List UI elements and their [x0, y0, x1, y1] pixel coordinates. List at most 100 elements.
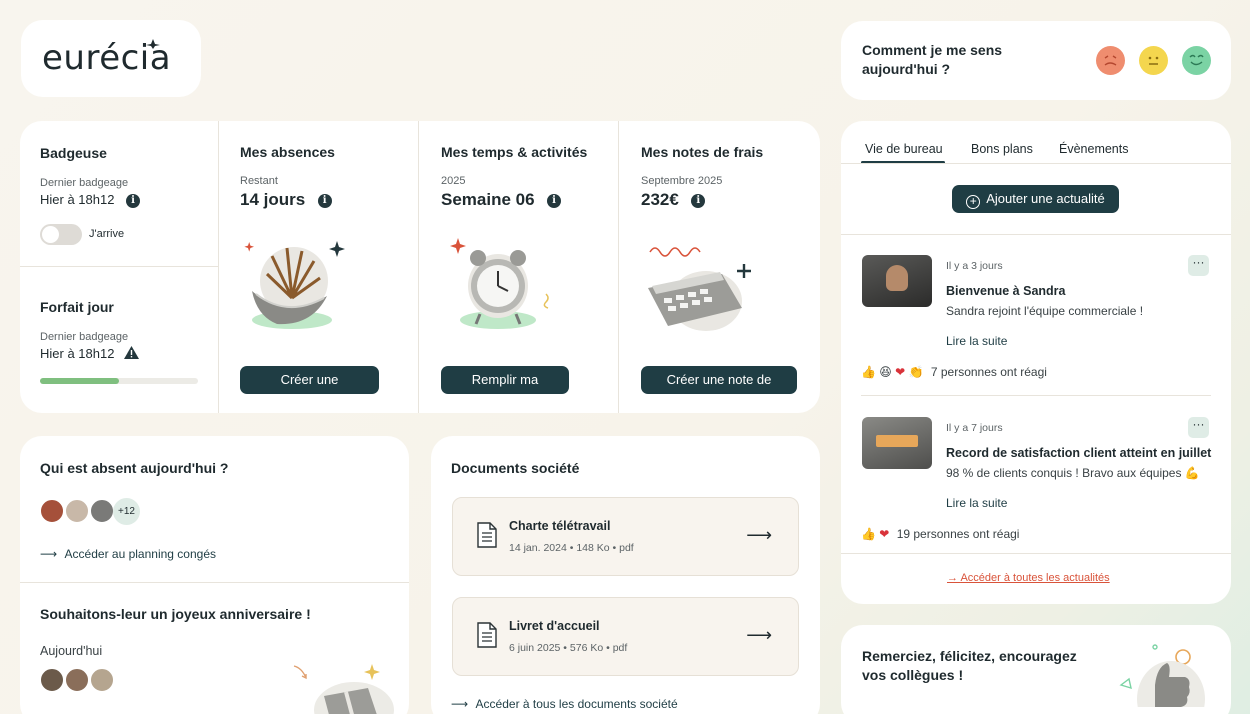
thumbs-up-icon: 👍: [861, 527, 876, 541]
neutral-face-icon[interactable]: [1139, 46, 1168, 75]
forfait-progress-fill: [40, 378, 119, 384]
document-meta: 6 juin 2025 • 576 Ko • pdf: [509, 642, 628, 654]
info-icon[interactable]: i: [691, 193, 706, 208]
toggle-label: J'arrive: [89, 228, 125, 240]
divider: [841, 234, 1231, 235]
tab-bons-plans[interactable]: Bons plans: [971, 142, 1033, 156]
forfait-progress-bar: [40, 378, 198, 384]
forfait-last-label: Dernier badgeage: [40, 331, 129, 343]
heart-icon: ❤: [879, 527, 890, 541]
reactions-row[interactable]: 👍 ❤ 19 personnes ont réagi: [861, 527, 1019, 541]
gift-illustration: [293, 664, 394, 714]
kudos-card: Remerciez, félicitez, encouragez vos col…: [841, 625, 1231, 714]
toggle-knob: [42, 226, 59, 243]
forfait-last-value: Hier à 18h12: [40, 346, 140, 361]
absences-sub: Restant: [240, 175, 278, 187]
badgeuse-last-value: Hier à 18h12 i: [40, 192, 141, 208]
document-icon: [477, 622, 497, 648]
divider: [20, 582, 409, 583]
avatar[interactable]: [39, 667, 65, 693]
planning-link[interactable]: ⟶ Accéder au planning congés: [40, 547, 216, 561]
birthday-title: Souhaitons-leur un joyeux anniversaire !: [40, 606, 311, 622]
widgets-card: Badgeuse Dernier badgeage Hier à 18h12 i…: [20, 121, 820, 413]
reactions-row[interactable]: 👍 😆 ❤ 👏 7 personnes ont réagi: [861, 365, 1047, 379]
absences-value: 14 jours i: [240, 190, 332, 210]
document-type: pdf: [612, 642, 628, 654]
document-item[interactable]: Livret d'accueil 6 juin 2025 • 576 Ko • …: [452, 597, 799, 676]
badgeuse-last-value-text: Hier à 18h12: [40, 192, 115, 207]
post-image-person: [886, 265, 908, 291]
all-news-link[interactable]: → Accéder à toutes les actualités: [947, 572, 1110, 584]
add-news-button[interactable]: + Ajouter une actualité: [952, 185, 1119, 213]
thumbs-up-icon: 👍: [861, 365, 876, 379]
avatar[interactable]: [89, 498, 115, 524]
forfait-title: Forfait jour: [40, 299, 114, 315]
post-image[interactable]: [862, 255, 932, 307]
frais-value-text: 232€: [641, 190, 679, 209]
tab-evenements[interactable]: Évènements: [1059, 142, 1128, 156]
arrow-right-icon: ⟶: [40, 547, 58, 561]
read-more-link[interactable]: Lire la suite: [946, 334, 1007, 348]
warning-icon: [124, 346, 140, 359]
arrow-right-icon: →: [947, 572, 958, 584]
document-date: 14 jan. 2024: [509, 542, 567, 554]
document-type: pdf: [619, 542, 634, 554]
frais-sub: Septembre 2025: [641, 175, 723, 187]
avatar[interactable]: [64, 667, 90, 693]
temps-value-text: Semaine 06: [441, 190, 535, 209]
divider: [20, 266, 218, 267]
logo-leaf-icon: [146, 39, 160, 49]
documents-card: Documents société Charte télétravail 14 …: [431, 436, 820, 714]
create-expense-button[interactable]: Créer une note de frais: [641, 366, 797, 413]
post-text: 98 % de clients conquis ! Bravo aux équi…: [946, 466, 1200, 480]
read-more-link[interactable]: Lire la suite: [946, 496, 1007, 510]
thumbs-up-illustration: [1119, 644, 1205, 707]
absences-value-text: 14 jours: [240, 190, 306, 209]
divider: [841, 553, 1231, 554]
sad-face-icon[interactable]: [1096, 46, 1125, 75]
all-documents-link[interactable]: ⟶ Accéder à tous les documents société: [451, 697, 678, 711]
avatar[interactable]: [64, 498, 90, 524]
more-absent-badge[interactable]: +12: [113, 498, 140, 525]
team-card: Qui est absent aujourd'hui ? +12 ⟶ Accéd…: [20, 436, 409, 714]
laugh-icon: 😆: [879, 365, 892, 379]
all-documents-link-text: Accéder à tous les documents société: [475, 697, 678, 711]
divider: [618, 121, 619, 413]
temps-value: Semaine 06 i: [441, 190, 562, 210]
post-menu-button[interactable]: ···: [1188, 255, 1209, 276]
document-meta: 14 jan. 2024 • 148 Ko • pdf: [509, 542, 634, 554]
temps-title: Mes temps & activités: [441, 144, 588, 160]
info-icon[interactable]: i: [547, 193, 562, 208]
post-text: Sandra rejoint l'équipe commerciale !: [946, 304, 1144, 318]
fill-timesheet-button[interactable]: Remplir ma feuille: [441, 366, 569, 413]
info-icon[interactable]: i: [126, 193, 141, 208]
clap-icon: 👏: [908, 365, 924, 379]
mood-question: Comment je me sens aujourd'hui ?: [862, 42, 1003, 77]
document-title: Charte télétravail: [509, 519, 611, 533]
post-time: Il y a 7 jours: [946, 422, 1003, 434]
divider: [861, 395, 1211, 396]
logo-card: eurécia: [21, 20, 201, 97]
post-title: Record de satisfaction client atteint en…: [946, 446, 1212, 460]
happy-face-icon[interactable]: [1182, 46, 1211, 75]
post-image[interactable]: [862, 417, 932, 469]
create-absence-button[interactable]: Créer une demande: [240, 366, 379, 413]
avatar[interactable]: [39, 498, 65, 524]
documents-title: Documents société: [451, 460, 580, 476]
alarm-clock-illustration: [450, 238, 549, 329]
arrival-toggle[interactable]: [40, 224, 82, 245]
frais-value: 232€ i: [641, 190, 706, 210]
plus-circle-icon: +: [966, 195, 981, 209]
tab-vie-de-bureau[interactable]: Vie de bureau: [865, 142, 943, 156]
document-item[interactable]: Charte télétravail 14 jan. 2024 • 148 Ko…: [452, 497, 799, 576]
reactions-count: 19 personnes ont réagi: [896, 527, 1020, 541]
add-news-label: Ajouter une actualité: [986, 191, 1105, 206]
arrow-right-icon: ⟶: [746, 625, 772, 645]
planning-link-text: Accéder au planning congés: [64, 547, 216, 561]
post-menu-button[interactable]: ···: [1188, 417, 1209, 438]
document-title: Livret d'accueil: [509, 619, 600, 633]
info-icon[interactable]: i: [317, 193, 332, 208]
badgeuse-title: Badgeuse: [40, 145, 107, 161]
kudos-title: Remerciez, félicitez, encouragez vos col…: [862, 648, 1077, 683]
avatar[interactable]: [89, 667, 115, 693]
